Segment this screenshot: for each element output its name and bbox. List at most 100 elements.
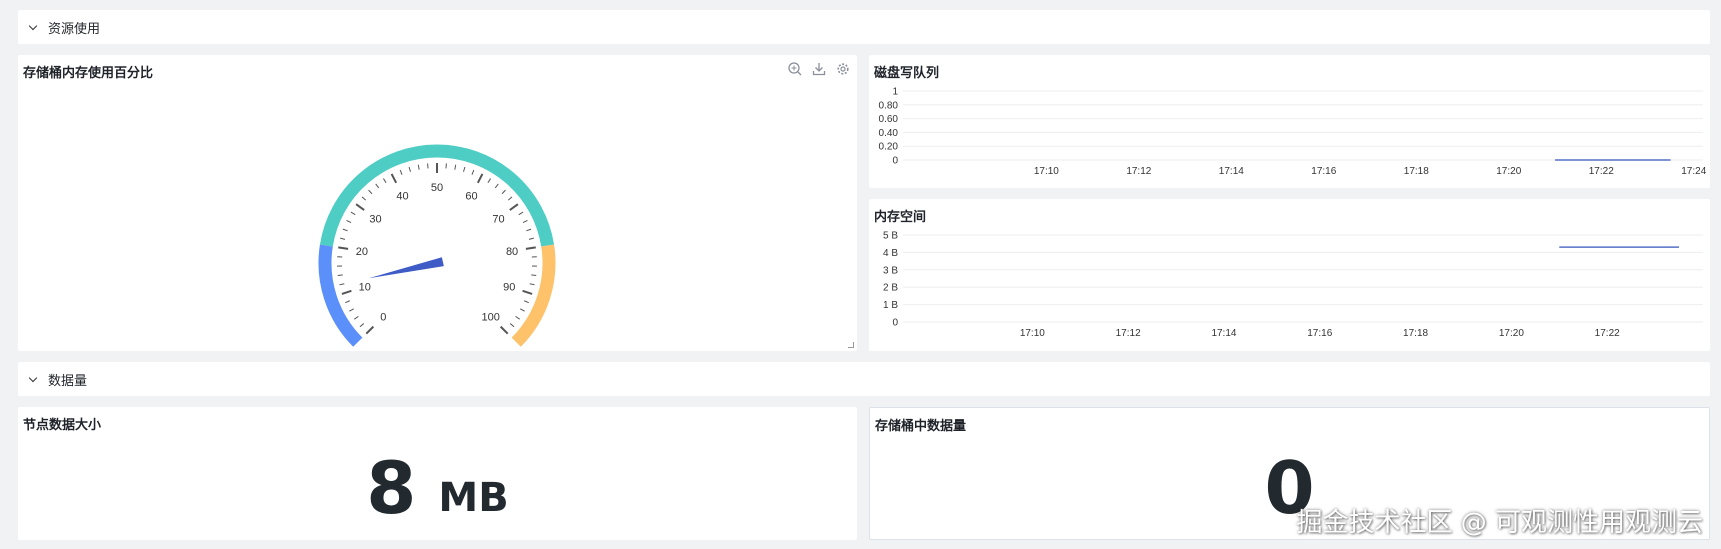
- gauge-major-tick: [499, 325, 509, 335]
- gauge-minor-tick: [528, 237, 534, 240]
- y-tick-label: 4 B: [883, 248, 898, 259]
- gauge-minor-tick: [361, 196, 367, 201]
- gauge-tick-label: 70: [492, 213, 504, 225]
- gauge-major-tick: [341, 289, 352, 295]
- gauge-needle: [368, 257, 444, 279]
- gauge-minor-tick: [518, 211, 524, 216]
- memory-space-chart: 5 B 4 B 3 B 2 B 1 B 0 17:10 17:12 17:14 17:16 17:1…: [883, 231, 1703, 339]
- gauge-minor-tick: [509, 323, 515, 328]
- panel-title: 节点数据大小: [23, 417, 102, 432]
- gauge-minor-tick: [340, 237, 346, 240]
- stat-value: 8: [366, 445, 417, 530]
- watermark: 掘金技术社区 @ 可观测性用观测云: [1296, 508, 1703, 538]
- section-title: 数据量: [48, 372, 88, 388]
- y-tick-label: 0.20: [879, 142, 899, 153]
- x-tick-label: 17:10: [1034, 166, 1059, 177]
- y-tick-label: 0: [892, 156, 898, 167]
- resize-handle[interactable]: [848, 342, 854, 348]
- gauge-tick-label: 50: [431, 182, 443, 194]
- gauge-minor-tick: [345, 300, 351, 304]
- gauge-minor-tick: [337, 274, 343, 277]
- gauge-minor-tick: [531, 274, 537, 277]
- y-tick-label: 5 B: [883, 231, 898, 242]
- gauge-minor-tick: [354, 315, 359, 320]
- gauge-minor-tick: [368, 189, 373, 195]
- gauge-tick-label: 90: [503, 281, 515, 293]
- stat-unit: MB: [438, 474, 509, 521]
- gauge-minor-tick: [523, 300, 529, 304]
- gauge-minor-tick: [382, 178, 387, 184]
- y-tick-label: 0: [892, 318, 898, 329]
- x-tick-label: 17:14: [1211, 328, 1236, 339]
- gauge-minor-tick: [454, 164, 457, 170]
- gauge-minor-tick: [471, 169, 475, 175]
- gauge-panel: 存储桶内存使用百分比 0 10 20 30 40 50 60 70 80 90 100: [18, 55, 857, 351]
- y-tick-label: 1 B: [883, 300, 898, 311]
- y-tick-label: 0.40: [879, 128, 899, 139]
- x-tick-label: 17:10: [1020, 328, 1045, 339]
- gauge-minor-tick: [487, 178, 492, 184]
- disk-queue-chart: 1 0.80 0.60 0.40 0.20 0 17:10 17:12 17:14 17:16 17…: [879, 87, 1707, 178]
- gauge-tick-label: 60: [465, 190, 477, 202]
- gauge-minor-tick: [522, 219, 528, 224]
- x-tick-label: 17:16: [1311, 166, 1336, 177]
- gauge-major-tick: [522, 289, 533, 295]
- gauge-major-tick: [525, 246, 536, 250]
- x-tick-label: 17:18: [1403, 328, 1428, 339]
- gauge-minor-tick: [350, 211, 356, 216]
- gauge-minor-tick: [342, 228, 348, 232]
- gauge-major-tick: [390, 173, 398, 184]
- gauge-minor-tick: [507, 196, 513, 201]
- gauge-tick-label: 20: [356, 246, 368, 258]
- section-header-data-volume[interactable]: 数据量: [18, 362, 1710, 396]
- y-tick-label: 0.60: [879, 114, 899, 125]
- panel-title: 存储桶中数据量: [875, 418, 967, 433]
- gauge-tick-label: 80: [506, 246, 518, 258]
- node-data-size-panel: 节点数据大小 8 MB: [18, 407, 857, 540]
- chevron-down-icon[interactable]: [28, 22, 38, 32]
- gauge-minor-tick: [526, 228, 532, 232]
- gauge-minor-tick: [346, 219, 352, 224]
- disk-queue-panel: 磁盘写队列 1 0.80 0.60 0.40 0.20 0 17:10 17:12 17:14 1…: [869, 55, 1710, 188]
- x-tick-label: 17:24: [1681, 166, 1706, 177]
- gauge-minor-tick: [349, 308, 354, 312]
- gauge-major-tick: [476, 173, 484, 184]
- gauge-tick-label: 40: [396, 190, 408, 202]
- gauge-major-tick: [509, 203, 519, 211]
- x-tick-label: 17:20: [1499, 328, 1524, 339]
- gauge-minor-tick: [359, 323, 365, 328]
- x-tick-label: 17:20: [1496, 166, 1521, 177]
- gauge-minor-tick: [501, 189, 506, 195]
- gauge-minor-tick: [417, 164, 420, 170]
- gauge-minor-tick: [494, 183, 499, 189]
- x-tick-label: 17:12: [1126, 166, 1151, 177]
- x-tick-label: 17:16: [1307, 328, 1332, 339]
- gauge-minor-tick: [399, 169, 403, 175]
- gauge-chart: 0 10 20 30 40 50 60 70 80 90 100: [318, 144, 556, 347]
- gauge-major-tick: [365, 325, 375, 335]
- section-title: 资源使用: [48, 20, 101, 36]
- section-header-resource-usage[interactable]: 资源使用: [18, 10, 1710, 44]
- gauge-band-high: [511, 244, 556, 347]
- y-tick-label: 2 B: [883, 283, 898, 294]
- gauge-tick-label: 30: [369, 213, 381, 225]
- chevron-down-icon[interactable]: [28, 374, 38, 384]
- gauge-minor-tick: [515, 315, 520, 320]
- x-tick-label: 17:12: [1116, 328, 1141, 339]
- gauge-major-tick: [338, 246, 349, 250]
- gauge-minor-tick: [529, 283, 535, 286]
- memory-space-panel: 内存空间 5 B4 B3 B2 B1 B 0 17:10 17:12 17:14 17:1…: [869, 199, 1710, 351]
- x-tick-label: 17:18: [1404, 166, 1429, 177]
- x-tick-label: 17:22: [1589, 166, 1614, 177]
- x-tick-label: 17:14: [1219, 166, 1244, 177]
- gauge-major-tick: [355, 203, 365, 211]
- gauge-minor-tick: [375, 183, 380, 189]
- x-tick-label: 17:22: [1595, 328, 1620, 339]
- gauge-band-low: [318, 244, 363, 347]
- gauge-minor-tick: [520, 308, 525, 312]
- y-tick-label: 1: [892, 87, 898, 98]
- gauge-tick-label: 0: [380, 312, 386, 324]
- gauge-minor-tick: [408, 166, 411, 172]
- y-tick-label: 3 B: [883, 265, 898, 276]
- gauge-minor-tick: [339, 283, 345, 286]
